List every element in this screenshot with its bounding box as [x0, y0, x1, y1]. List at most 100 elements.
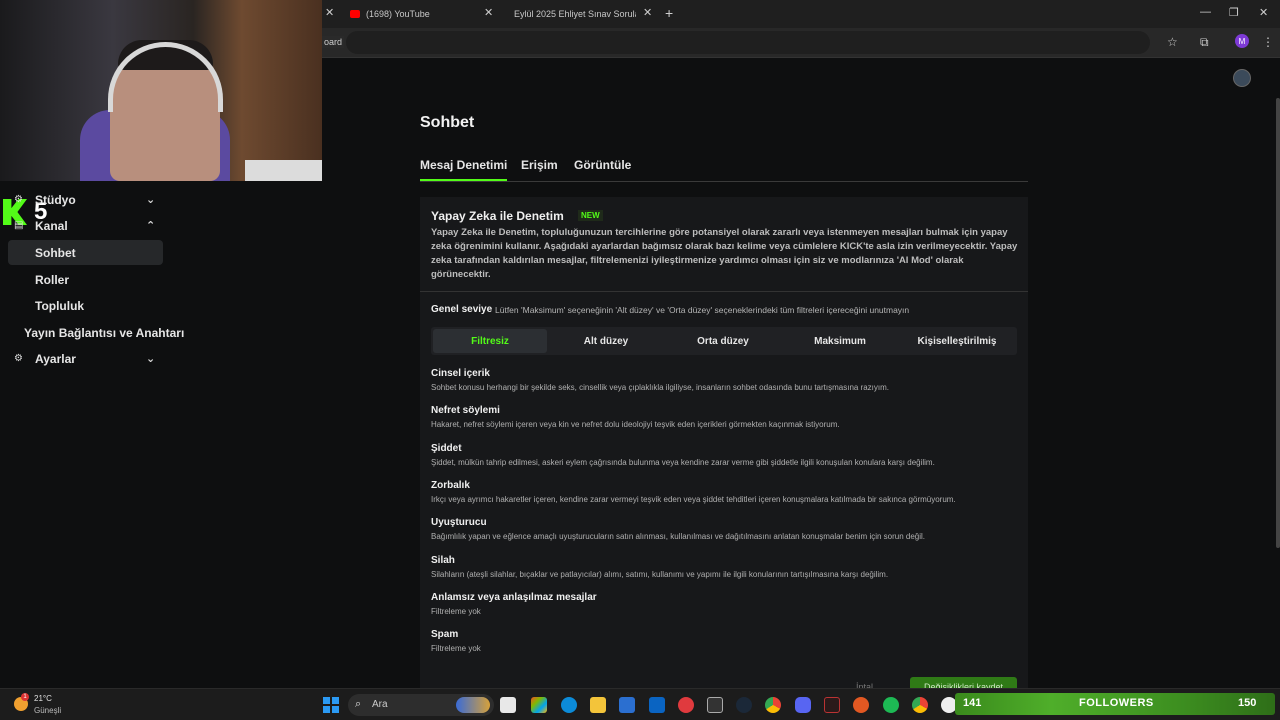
- category-description: Filtreleme yok: [431, 644, 481, 653]
- edge-icon[interactable]: [561, 697, 577, 713]
- category-violence[interactable]: Şiddet Şiddet, mülkün tahrip edilmesi, a…: [431, 443, 1021, 467]
- search-icon: ⌕: [355, 698, 362, 710]
- new-tab-button[interactable]: +: [665, 5, 673, 21]
- level-option-maximum[interactable]: Maksimum: [783, 329, 897, 353]
- outlook-icon[interactable]: [649, 697, 665, 713]
- page-scrollbar[interactable]: [1276, 98, 1280, 548]
- level-option-custom[interactable]: Kişiselleştirilmiş: [900, 329, 1014, 353]
- sidebar-item-label: Kanal: [35, 218, 68, 233]
- sidebar-item-label: Ayarlar: [35, 351, 76, 366]
- category-weapons[interactable]: Silah Silahların (ateşli silahlar, bıçak…: [431, 555, 1021, 579]
- category-description: Bağımlılık yapan ve eğlence amaçlı uyuşt…: [431, 532, 926, 541]
- epic-games-icon[interactable]: [707, 697, 723, 713]
- chevron-up-icon: ⌃: [146, 220, 156, 232]
- category-sexual[interactable]: Cinsel içerik Sohbet konusu herhangi bir…: [431, 368, 1021, 392]
- discord-icon[interactable]: [795, 697, 811, 713]
- sidebar-item-label: Topluluk: [35, 298, 85, 313]
- search-label: Ara: [372, 699, 388, 710]
- sidebar-item-label: Sohbet: [35, 245, 76, 260]
- followers-goal-bar: 141 FOLLOWERS 150: [955, 693, 1275, 715]
- bookmark-star-icon[interactable]: ☆: [1167, 35, 1178, 49]
- minimize-button[interactable]: —: [1200, 6, 1211, 18]
- steam-icon[interactable]: [736, 697, 752, 713]
- address-bar[interactable]: [346, 31, 1150, 54]
- ai-moderation-title: Yapay Zeka ile Denetim: [431, 209, 564, 223]
- search-highlight-art: [456, 697, 490, 713]
- category-title: Spam: [431, 629, 459, 640]
- youtube-icon: [350, 10, 360, 18]
- tab-close-icon[interactable]: ✕: [325, 6, 334, 19]
- category-drugs[interactable]: Uyuşturucu Bağımlılık yapan ve eğlence a…: [431, 517, 1021, 541]
- tab-message-moderation[interactable]: Mesaj Denetimi: [420, 158, 508, 181]
- extensions-icon[interactable]: ⧉: [1200, 35, 1209, 50]
- category-title: Silah: [431, 555, 455, 566]
- category-title: Şiddet: [431, 443, 462, 454]
- chevron-down-icon: ⌄: [146, 353, 156, 365]
- channel-icon: ▤: [14, 220, 24, 231]
- sidebar-item-roles[interactable]: Roller: [8, 267, 163, 292]
- sidebar-item-chat[interactable]: Sohbet: [8, 240, 163, 265]
- capcut-icon[interactable]: [824, 697, 840, 713]
- category-spam[interactable]: Spam Filtreleme yok: [431, 629, 1021, 653]
- followers-goal: 150: [1238, 697, 1257, 709]
- sidebar-item-channel[interactable]: ▤ Kanal ⌃: [8, 213, 163, 238]
- category-bullying[interactable]: Zorbalık Irkçı veya ayrımcı hakaretler i…: [431, 480, 1021, 504]
- copilot-icon[interactable]: [531, 697, 547, 713]
- opera-icon[interactable]: [678, 697, 694, 713]
- webcam-overlay: [0, 0, 322, 181]
- sidebar-item-studio[interactable]: ⚙ Stüdyo ⌄: [8, 187, 163, 212]
- windows-start-icon[interactable]: [323, 697, 339, 713]
- weather-condition[interactable]: Güneşli: [34, 706, 61, 715]
- category-description: Silahların (ateşli silahlar, bıçaklar ve…: [431, 570, 889, 579]
- spotify-icon[interactable]: [883, 697, 899, 713]
- task-view-icon[interactable]: [500, 697, 516, 713]
- sidebar-item-label: Stüdyo: [35, 192, 76, 207]
- brave-icon[interactable]: [853, 697, 869, 713]
- category-title: Anlamsız veya anlaşılmaz mesajlar: [431, 592, 597, 603]
- category-description: Hakaret, nefret söylemi içeren veya kin …: [431, 420, 840, 429]
- category-title: Zorbalık: [431, 480, 470, 491]
- chevron-down-icon: ⌄: [146, 194, 156, 206]
- category-hate-speech[interactable]: Nefret söylemi Hakaret, nefret söylemi i…: [431, 405, 1021, 429]
- category-description: Irkçı veya ayrımcı hakaretler içeren, ke…: [431, 495, 956, 504]
- tab-display[interactable]: Görüntüle: [574, 158, 631, 181]
- divider: [420, 291, 1028, 292]
- weather-temperature[interactable]: 21°C: [34, 694, 52, 703]
- settings-tabs: Mesaj Denetimi Erişim Görüntüle: [420, 158, 1028, 182]
- chrome-profile-icon[interactable]: [912, 697, 928, 713]
- category-description: Filtreleme yok: [431, 607, 481, 616]
- monitor-glow: [245, 160, 322, 181]
- category-title: Uyuşturucu: [431, 517, 487, 528]
- taskbar-search[interactable]: ⌕ Ara: [348, 694, 494, 716]
- close-window-button[interactable]: ✕: [1259, 6, 1268, 19]
- maximize-button[interactable]: ❐: [1229, 6, 1239, 19]
- sidebar-item-settings[interactable]: ⚙ Ayarlar ⌄: [8, 346, 163, 371]
- tab-close-icon[interactable]: ✕: [643, 6, 652, 19]
- gear-icon: ⚙: [14, 353, 23, 364]
- store-icon[interactable]: [619, 697, 635, 713]
- sidebar-item-community[interactable]: Topluluk: [8, 293, 163, 318]
- menu-kebab-icon[interactable]: ⋮: [1262, 35, 1274, 49]
- chrome-icon[interactable]: [765, 697, 781, 713]
- followers-current: 141: [963, 697, 982, 709]
- sidebar-item-stream-key[interactable]: Yayın Bağlantısı ve Anahtarı: [8, 320, 184, 345]
- notification-badge: 1: [21, 693, 29, 701]
- user-avatar[interactable]: [1233, 69, 1251, 87]
- category-title: Cinsel içerik: [431, 368, 490, 379]
- profile-avatar[interactable]: M: [1235, 34, 1249, 48]
- file-explorer-icon[interactable]: [590, 697, 606, 713]
- sidebar-item-label: Roller: [35, 272, 70, 287]
- tab-youtube[interactable]: (1698) YouTube: [350, 2, 430, 26]
- tab-close-icon[interactable]: ✕: [484, 6, 493, 19]
- category-title: Nefret söylemi: [431, 405, 500, 416]
- tab-label: Eylül 2025 Ehliyet Sınav Soruları: [514, 9, 636, 19]
- level-option-medium[interactable]: Orta düzey: [666, 329, 780, 353]
- level-option-low[interactable]: Alt düzey: [549, 329, 663, 353]
- category-gibberish[interactable]: Anlamsız veya anlaşılmaz mesajlar Filtre…: [431, 592, 1021, 616]
- category-description: Şiddet, mülkün tahrip edilmesi, askeri e…: [431, 458, 935, 467]
- tab-access[interactable]: Erişim: [521, 158, 558, 181]
- sidebar-item-label: Yayın Bağlantısı ve Anahtarı: [24, 325, 185, 340]
- ai-moderation-description: Yapay Zeka ile Denetim, topluluğunuzun t…: [431, 227, 1018, 280]
- level-option-unfiltered[interactable]: Filtresiz: [433, 329, 547, 353]
- tab-ehliyet[interactable]: Eylül 2025 Ehliyet Sınav Soruları: [508, 2, 636, 26]
